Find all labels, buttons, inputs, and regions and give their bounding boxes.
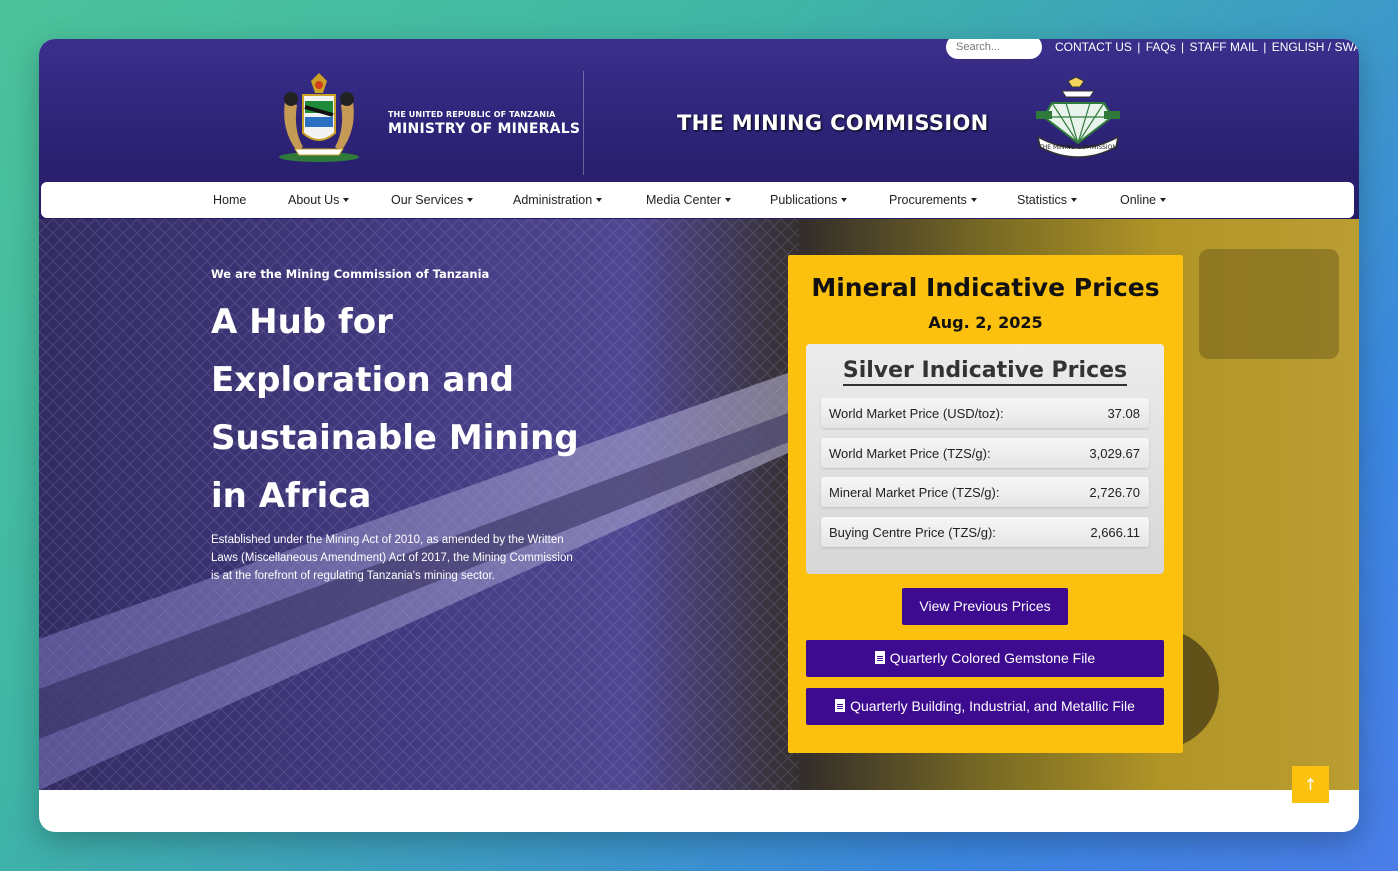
- site-header: Search... CONTACT US | FAQs | STAFF MAIL…: [39, 39, 1359, 219]
- contact-us-link[interactable]: CONTACT US: [1055, 40, 1132, 54]
- coat-of-arms-logo: [279, 73, 359, 162]
- hero-section: We are the Mining Commission of Tanzania…: [39, 219, 1359, 790]
- caret-down-icon: [1160, 198, 1167, 202]
- price-label: Mineral Market Price (TZS/g):: [829, 485, 1000, 500]
- price-row: World Market Price (USD/toz): 37.08: [821, 398, 1149, 428]
- nav-label: About Us: [288, 193, 340, 207]
- price-label: World Market Price (TZS/g):: [829, 446, 991, 461]
- nav-our-services[interactable]: Our Services: [391, 193, 474, 207]
- caret-down-icon: [1071, 198, 1078, 202]
- gemstone-file-label: Quarterly Colored Gemstone File: [889, 650, 1096, 666]
- view-previous-prices-button[interactable]: View Previous Prices: [902, 588, 1068, 625]
- hero-description: Established under the Mining Act of 2010…: [211, 534, 573, 582]
- main-nav: Home About Us Our Services Administratio…: [41, 182, 1354, 218]
- silver-title: Silver Indicative Prices: [806, 358, 1164, 386]
- nav-label: Statistics: [1017, 193, 1068, 207]
- nav-label: Online: [1120, 193, 1157, 207]
- caret-down-icon: [841, 198, 848, 202]
- file-icon: [874, 651, 885, 664]
- logo-text: THE MINING COMMISSION: [1038, 144, 1117, 151]
- caret-down-icon: [343, 198, 350, 202]
- language-link[interactable]: ENGLISH / SWAHILI: [1272, 40, 1359, 54]
- silver-prices-card: Silver Indicative Prices World Market Pr…: [806, 344, 1164, 574]
- separator: |: [1177, 40, 1188, 54]
- prices-date: Aug. 2, 2025: [928, 313, 1043, 332]
- metallic-file-button[interactable]: Quarterly Building, Industrial, and Meta…: [806, 688, 1164, 725]
- header-divider: [583, 71, 584, 175]
- caret-down-icon: [725, 198, 732, 202]
- price-label: Buying Centre Price (TZS/g):: [829, 525, 996, 540]
- price-value: 3,029.67: [1089, 446, 1140, 461]
- nav-home[interactable]: Home: [213, 193, 246, 207]
- nav-label: Administration: [513, 193, 593, 207]
- nav-label: Our Services: [391, 193, 464, 207]
- mineral-prices-panel: Mineral Indicative Prices Aug. 2, 2025 S…: [788, 255, 1183, 753]
- gemstone-file-button[interactable]: Quarterly Colored Gemstone File: [806, 640, 1164, 677]
- price-label: World Market Price (USD/toz):: [829, 406, 1004, 421]
- browser-window: Search... CONTACT US | FAQs | STAFF MAIL…: [39, 39, 1359, 832]
- price-value: 2,726.70: [1089, 485, 1140, 500]
- nav-administration[interactable]: Administration: [513, 193, 603, 207]
- top-links: CONTACT US | FAQs | STAFF MAIL | ENGLISH…: [1055, 40, 1359, 54]
- metallic-file-label: Quarterly Building, Industrial, and Meta…: [850, 698, 1135, 714]
- prices-title: Mineral Indicative Prices: [811, 273, 1160, 302]
- nav-publications[interactable]: Publications: [770, 193, 848, 207]
- price-row: Buying Centre Price (TZS/g): 2,666.11: [821, 517, 1149, 547]
- hero-title: A Hub for Exploration and Sustainable Mi…: [211, 302, 579, 516]
- faqs-link[interactable]: FAQs: [1146, 40, 1176, 54]
- nav-media-center[interactable]: Media Center: [646, 193, 732, 207]
- nav-procurements[interactable]: Procurements: [889, 193, 977, 207]
- price-row: World Market Price (TZS/g): 3,029.67: [821, 438, 1149, 468]
- price-value: 37.08: [1107, 406, 1140, 421]
- silver-title-text: Silver Indicative Prices: [842, 358, 1128, 386]
- search-input[interactable]: Search...: [946, 39, 1042, 59]
- file-icon: [835, 699, 846, 712]
- scroll-to-top-button[interactable]: ↑: [1292, 766, 1329, 803]
- caret-down-icon: [467, 198, 474, 202]
- caret-down-icon: [596, 198, 603, 202]
- commission-title: THE MINING COMMISSION: [677, 111, 989, 135]
- price-value: 2,666.11: [1090, 525, 1140, 540]
- nav-label: Publications: [770, 193, 838, 207]
- nav-about-us[interactable]: About Us: [288, 193, 350, 207]
- staff-mail-link[interactable]: STAFF MAIL: [1190, 40, 1258, 54]
- price-row: Mineral Market Price (TZS/g): 2,726.70: [821, 477, 1149, 507]
- caret-down-icon: [970, 198, 977, 202]
- separator: |: [1259, 40, 1270, 54]
- ministry-title: THE UNITED REPUBLIC OF TANZANIA MINISTRY…: [388, 110, 580, 137]
- ministry-country-label: THE UNITED REPUBLIC OF TANZANIA: [388, 110, 556, 119]
- ministry-name: MINISTRY OF MINERALS: [388, 121, 581, 137]
- mining-commission-logo: THE MINING COMMISSION: [1036, 77, 1120, 158]
- separator: |: [1133, 40, 1144, 54]
- nav-label: Home: [213, 193, 247, 207]
- nav-statistics[interactable]: Statistics: [1017, 193, 1078, 207]
- nav-label: Media Center: [646, 193, 722, 207]
- arrow-up-icon: ↑: [1303, 775, 1318, 794]
- hero-kicker: We are the Mining Commission of Tanzania: [211, 267, 490, 281]
- nav-label: Procurements: [889, 193, 967, 207]
- nav-online[interactable]: Online: [1120, 193, 1167, 207]
